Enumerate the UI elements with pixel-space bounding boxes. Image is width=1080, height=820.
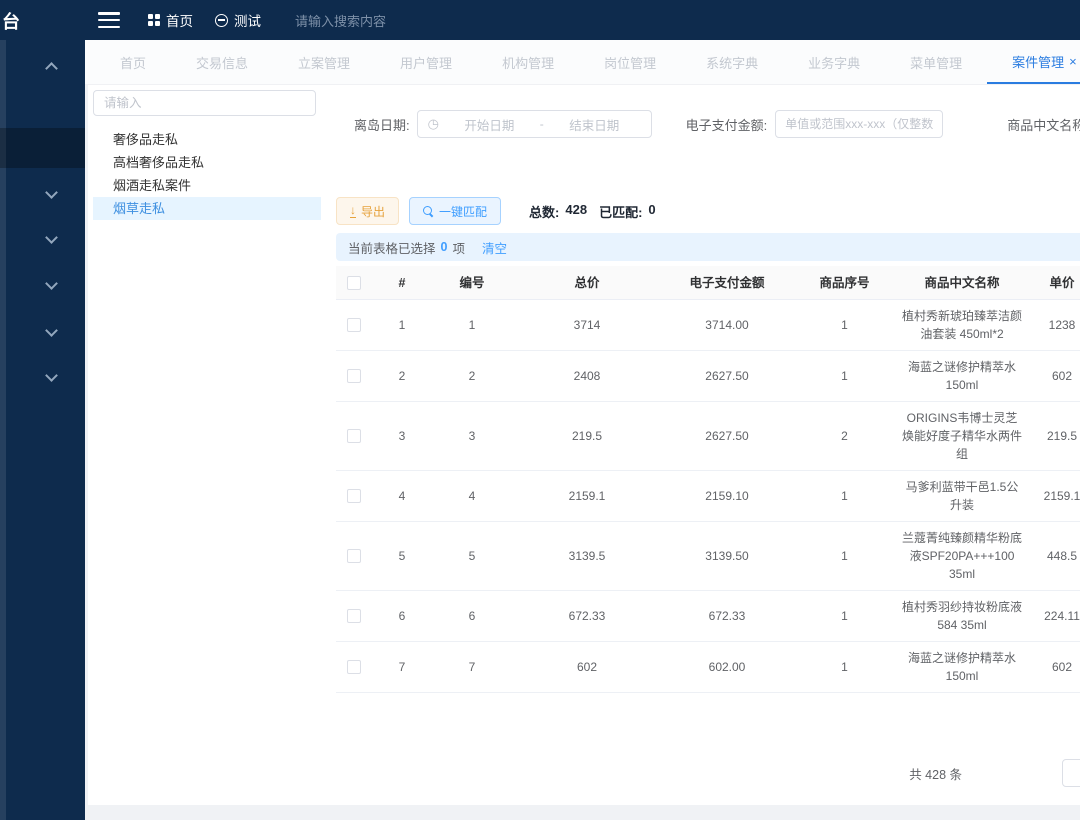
case-type-tree: 奢侈品走私 高档奢侈品走私 烟酒走私案件 烟草走私 xyxy=(93,90,321,220)
tab[interactable]: 业务字典 xyxy=(783,40,885,84)
tab[interactable]: 系统字典 xyxy=(681,40,783,84)
table-row: 2 2 2408 2627.50 1 海蓝之谜修护精萃水 150ml 602 xyxy=(336,351,1080,402)
pagination-button[interactable] xyxy=(1062,759,1080,787)
tab[interactable]: 菜单管理 xyxy=(885,40,987,84)
tree-item[interactable]: 烟酒走私案件 xyxy=(93,174,321,197)
filter-row: 离岛日期: ◷ 开始日期 - 结束日期 电子支付金额: 商品中文名称: xyxy=(336,110,1080,138)
table-row: 6 6 672.33 672.33 1 植村秀羽纱持妆粉底液 584 35ml … xyxy=(336,591,1080,642)
tree-item[interactable]: 奢侈品走私 xyxy=(93,128,321,151)
content-area: 首页 交易信息 立案管理 用户管理 机构管理 岗位管理 系统字典 业务字典 菜单… xyxy=(85,40,1080,820)
sidebar-active-item[interactable] xyxy=(0,128,85,168)
date-end-placeholder: 结束日期 xyxy=(548,115,641,134)
header-unit: 单价 xyxy=(1027,267,1080,299)
select-all-checkbox[interactable] xyxy=(347,276,361,290)
header-code: 编号 xyxy=(432,267,512,299)
data-table: # 编号 总价 电子支付金额 商品序号 商品中文名称 单价 1 1 3714 3… xyxy=(336,266,1080,700)
selected-count: 0 xyxy=(441,240,448,254)
selection-info-bar: 当前表格已选择 0 项 清空 xyxy=(336,233,1080,261)
row-checkbox[interactable] xyxy=(347,549,361,563)
row-checkbox[interactable] xyxy=(347,318,361,332)
tree-search-input[interactable] xyxy=(93,90,316,116)
table-row: 4 4 2159.1 2159.10 1 马爹利蓝带干邑1.5公升装 2159.… xyxy=(336,471,1080,522)
topnav-test[interactable]: 测试 xyxy=(215,10,261,30)
case-main-section: 离岛日期: ◷ 开始日期 - 结束日期 电子支付金额: 商品中文名称: ↓ 导出 xyxy=(336,85,1080,805)
row-checkbox[interactable] xyxy=(347,429,361,443)
one-click-match-button[interactable]: 一键匹配 xyxy=(409,197,501,225)
table-footer: 共 428 条 xyxy=(336,757,1080,787)
tab[interactable]: 用户管理 xyxy=(375,40,477,84)
clear-selection-link[interactable]: 清空 xyxy=(482,238,507,257)
main-panel: 奢侈品走私 高档奢侈品走私 烟酒走私案件 烟草走私 离岛日期: ◷ 开始日期 -… xyxy=(88,85,1080,805)
table-row: 1 1 3714 3714.00 1 植村秀新琥珀臻萃洁颜油套装 450ml*2… xyxy=(336,300,1080,351)
chevron-down-icon[interactable] xyxy=(45,324,58,337)
chevron-down-icon[interactable] xyxy=(45,231,58,244)
table-row: 7 7 602 602.00 1 海蓝之谜修护精萃水 150ml 602 xyxy=(336,642,1080,693)
row-checkbox[interactable] xyxy=(347,489,361,503)
app-logo: 台 xyxy=(2,8,20,34)
header-seq: 商品序号 xyxy=(792,267,897,299)
tab[interactable]: 立案管理 xyxy=(273,40,375,84)
table-row: 5 5 3139.5 3139.50 1 兰蔻菁纯臻颜精华粉底液SPF20PA+… xyxy=(336,522,1080,591)
header-epay: 电子支付金额 xyxy=(662,267,792,299)
tab-bar: 首页 交易信息 立案管理 用户管理 机构管理 岗位管理 系统字典 业务字典 菜单… xyxy=(85,40,1080,85)
chevron-down-icon[interactable] xyxy=(45,369,58,382)
tab[interactable]: 机构管理 xyxy=(477,40,579,84)
table-row: 8 8 1602.57 1602.57 1 卡诗菁纯亮泽经典香氛 160.26 xyxy=(336,693,1080,700)
row-checkbox[interactable] xyxy=(347,660,361,674)
tab[interactable]: 首页 xyxy=(95,40,171,84)
top-navbar: 台 首页 测试 请输入搜索内容 xyxy=(0,0,1080,40)
epay-amount-input[interactable] xyxy=(775,110,943,138)
row-checkbox[interactable] xyxy=(347,609,361,623)
table-header-row: # 编号 总价 电子支付金额 商品序号 商品中文名称 单价 xyxy=(336,266,1080,300)
tree-item[interactable]: 烟草走私 xyxy=(93,197,321,220)
total-records-text: 共 428 条 xyxy=(909,764,962,783)
header-name: 商品中文名称 xyxy=(897,267,1027,299)
chevron-down-icon[interactable] xyxy=(45,277,58,290)
clock-icon: ◷ xyxy=(428,116,439,132)
search-icon xyxy=(423,206,434,217)
table-toolbar: ↓ 导出 一键匹配 总数:428 已匹配:0 xyxy=(336,197,656,225)
date-filter-label: 离岛日期: xyxy=(354,115,410,134)
date-range-picker[interactable]: ◷ 开始日期 - 结束日期 xyxy=(417,110,652,138)
chevron-down-icon[interactable] xyxy=(45,186,58,199)
export-button[interactable]: ↓ 导出 xyxy=(336,197,399,225)
total-count: 428 xyxy=(565,202,587,221)
header-index: # xyxy=(372,267,432,299)
minus-circle-icon xyxy=(215,14,228,27)
global-search-input[interactable]: 请输入搜索内容 xyxy=(295,11,495,30)
header-total: 总价 xyxy=(512,267,662,299)
download-icon: ↓ xyxy=(350,204,356,218)
amount-filter-label: 电子支付金额: xyxy=(686,115,768,134)
matched-count: 0 xyxy=(648,202,655,221)
main-sidebar xyxy=(0,40,85,820)
hamburger-menu-icon[interactable] xyxy=(98,12,120,28)
match-stats: 总数:428 已匹配:0 xyxy=(529,202,656,221)
tree-item[interactable]: 高档奢侈品走私 xyxy=(93,151,321,174)
row-checkbox[interactable] xyxy=(347,369,361,383)
tab-close-icon[interactable]: × xyxy=(1069,55,1077,68)
date-start-placeholder: 开始日期 xyxy=(443,115,536,134)
tab[interactable]: 岗位管理 xyxy=(579,40,681,84)
tab[interactable]: 交易信息 xyxy=(171,40,273,84)
topnav-home[interactable]: 首页 xyxy=(148,10,193,30)
grid-icon xyxy=(148,14,160,26)
chevron-up-icon[interactable] xyxy=(45,62,58,75)
tab[interactable]: 案件管理 × xyxy=(987,40,1080,84)
table-row: 3 3 219.5 2627.50 2 ORIGINS韦博士灵芝焕能好度子精华水… xyxy=(336,402,1080,471)
product-name-filter-label: 商品中文名称: xyxy=(1007,115,1080,134)
